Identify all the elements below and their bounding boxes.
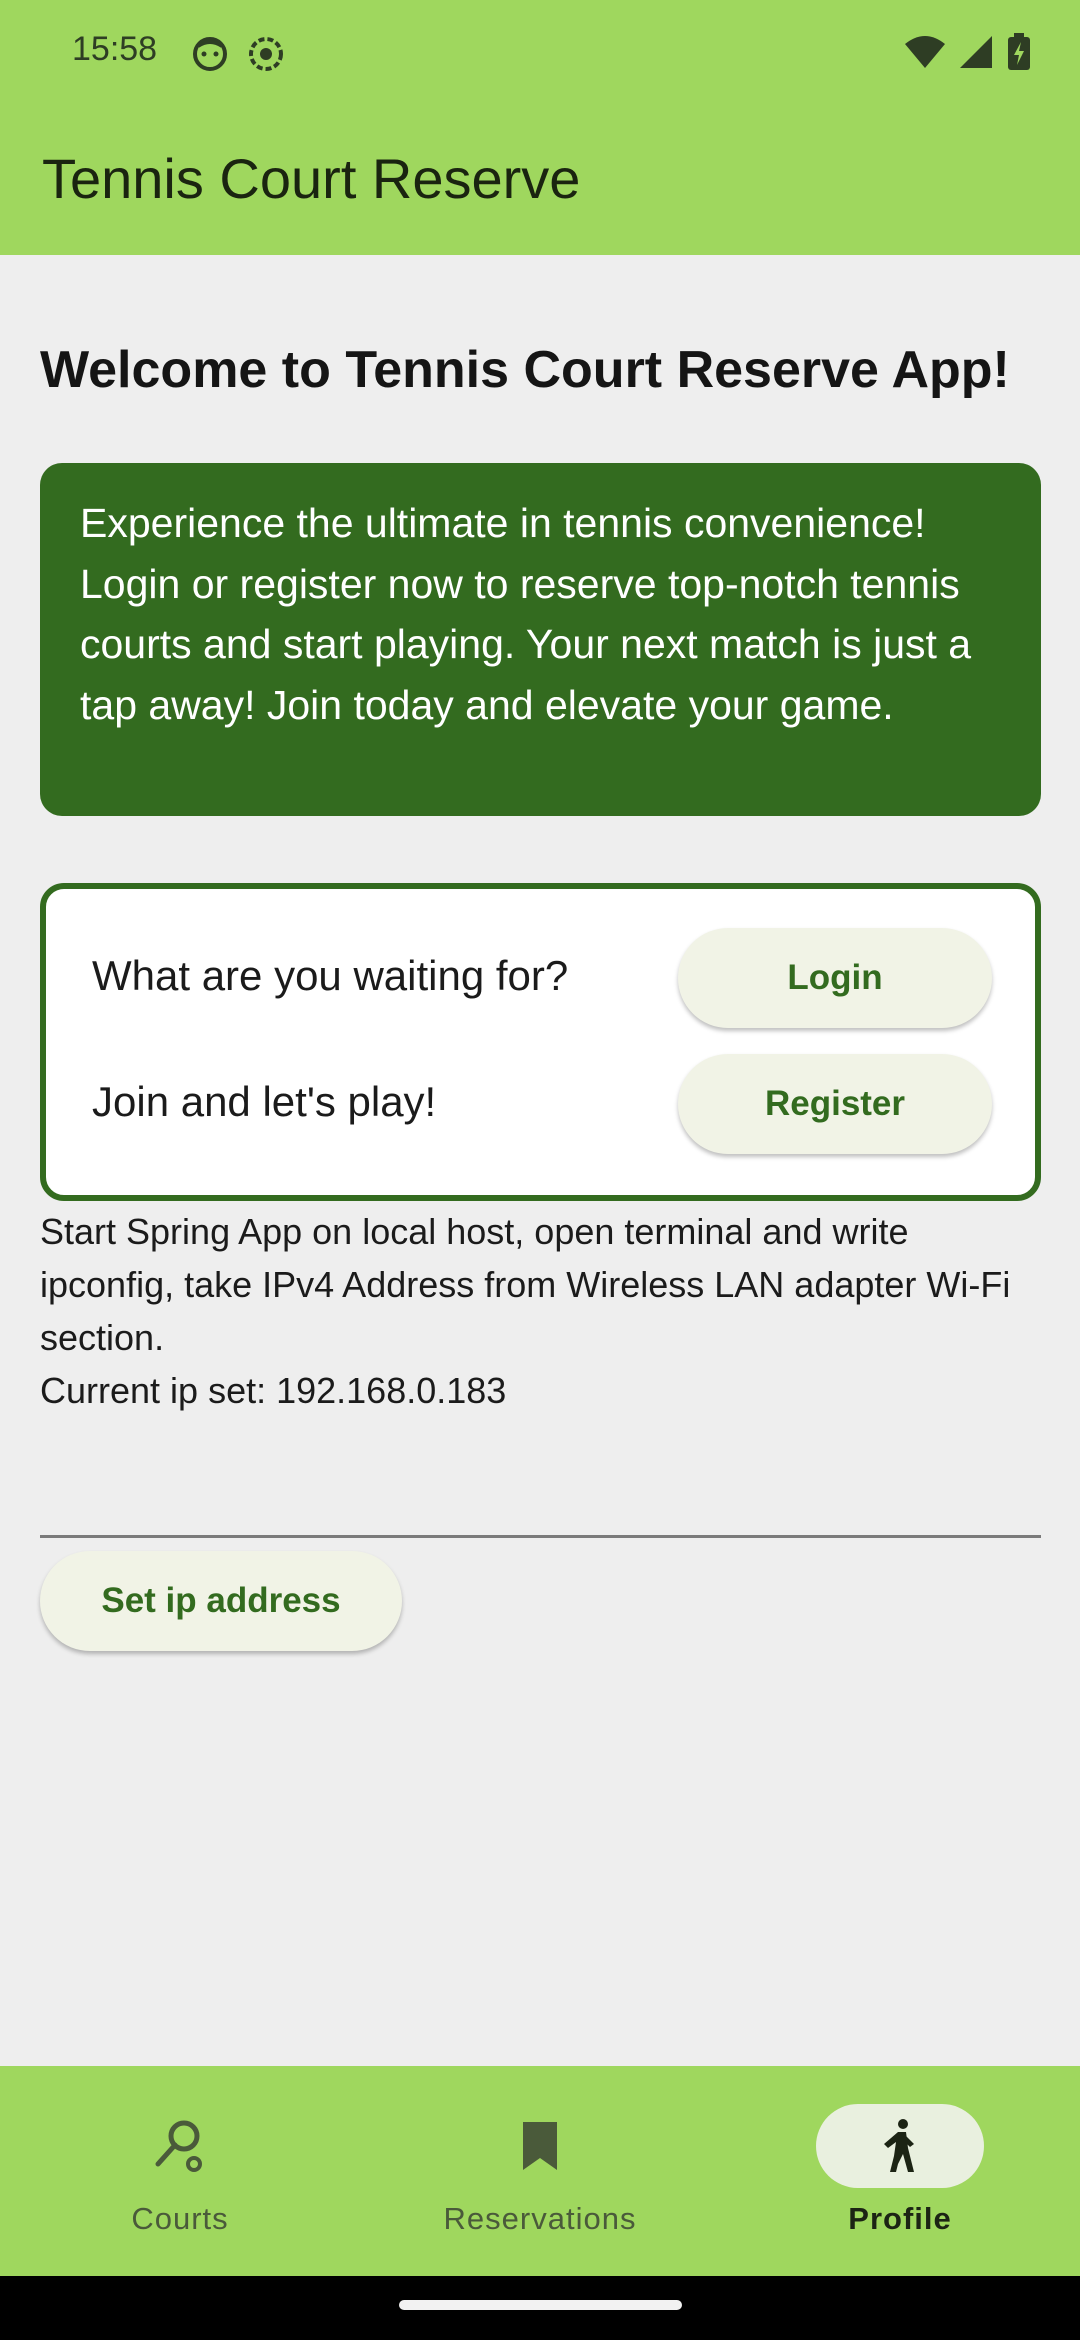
login-button[interactable]: Login <box>678 928 992 1028</box>
signal-icon <box>960 36 992 68</box>
home-gesture-handle[interactable] <box>399 2300 682 2310</box>
status-time: 15:58 <box>72 30 158 68</box>
nav-label-courts: Courts <box>131 2201 229 2236</box>
register-button[interactable]: Register <box>678 1054 992 1154</box>
current-ip-text: Current ip set: 192.168.0.183 <box>40 1370 507 1411</box>
welcome-heading: Welcome to Tennis Court Reserve App! <box>40 341 1010 399</box>
screen: 15:58 Tennis Court Reserve Welcome to Te… <box>0 0 1080 2340</box>
status-icons <box>904 32 1032 72</box>
record-icon <box>249 37 283 71</box>
wifi-icon <box>905 36 945 68</box>
walking-person-icon <box>884 2119 914 2172</box>
nav-item-courts[interactable]: Courts <box>0 2066 360 2276</box>
nav-item-profile[interactable]: Profile <box>720 2066 1080 2276</box>
nav-label-reservations: Reservations <box>443 2201 637 2236</box>
battery-icon <box>1008 33 1030 70</box>
ip-address-input[interactable] <box>40 1490 1041 1538</box>
app-bar: Tennis Court Reserve <box>0 110 1080 255</box>
bookmark-icon <box>523 2122 557 2170</box>
register-prompt: Join and let's play! <box>92 1078 437 1125</box>
nav-item-reservations[interactable]: Reservations <box>360 2066 720 2276</box>
nav-label-profile: Profile <box>848 2201 952 2236</box>
search-icon <box>155 2120 202 2172</box>
status-bar: 15:58 <box>0 0 1080 110</box>
app-title: Tennis Court Reserve <box>42 147 581 210</box>
promo-card: Experience the ultimate in tennis conven… <box>40 463 1041 816</box>
ip-instructions: Start Spring App on local host, open ter… <box>40 1211 1011 1358</box>
auth-card: What are you waiting for? Login Join and… <box>40 883 1041 1201</box>
set-ip-button[interactable]: Set ip address <box>40 1551 402 1651</box>
bottom-navigation: Courts Reservations Profile <box>0 2066 1080 2276</box>
ip-info: Start Spring App on local host, open ter… <box>40 1205 1050 1417</box>
face-icon <box>193 37 227 71</box>
login-prompt: What are you waiting for? <box>92 952 569 999</box>
